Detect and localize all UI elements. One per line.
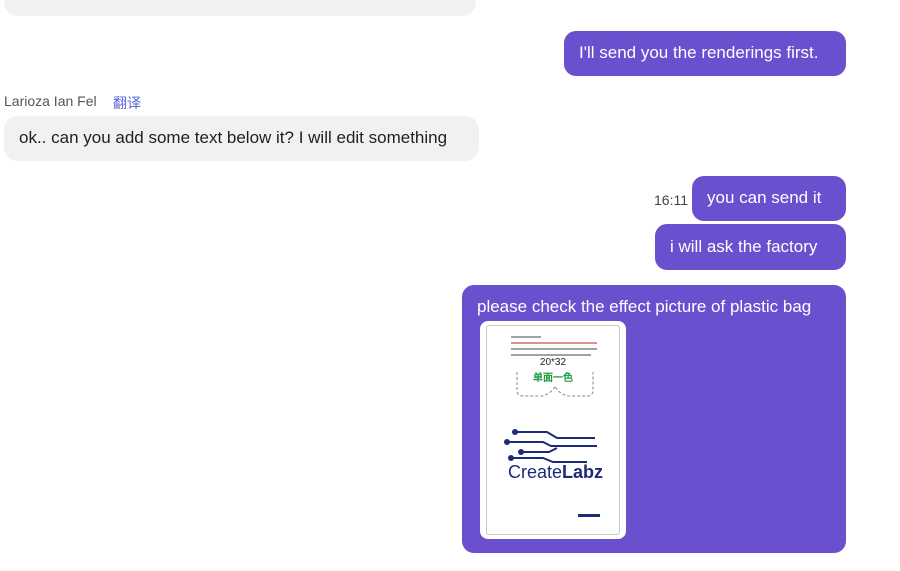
message-bubble-outgoing[interactable]: I'll send you the renderings first. [564, 31, 846, 76]
message-text: you can send it [707, 188, 822, 207]
message-bubble-outgoing[interactable]: you can send it [692, 176, 846, 221]
sender-name: Larioza Ian Fel [4, 93, 97, 109]
bag-print-label: 单面一色 [533, 373, 573, 384]
message-text: i will ask the factory [670, 237, 818, 256]
message-timestamp: 16:11 [654, 192, 688, 208]
logo-underline [578, 514, 600, 517]
message-bubble-incoming-partial [4, 0, 476, 16]
bag-fine-print [511, 332, 597, 360]
plastic-bag-drawing: 20*32 单面一色 CreateLabz [486, 325, 620, 535]
logo-text-create: Create [508, 462, 563, 482]
message-bubble-incoming[interactable]: ok.. can you add some text below it? I w… [4, 116, 479, 161]
logo-text-labz: Labz [562, 462, 604, 482]
bag-preview-image[interactable]: 20*32 单面一色 CreateLabz [480, 321, 626, 539]
createlabz-logo: CreateLabz [508, 462, 603, 483]
message-text: please check the effect picture of plast… [477, 297, 812, 316]
message-text: I'll send you the renderings first. [579, 43, 819, 62]
translate-link[interactable]: 翻译 [113, 93, 141, 113]
message-text: ok.. can you add some text below it? I w… [19, 128, 448, 147]
bag-size-label: 20*32 [539, 357, 567, 368]
message-bubble-outgoing[interactable]: i will ask the factory [655, 224, 846, 270]
